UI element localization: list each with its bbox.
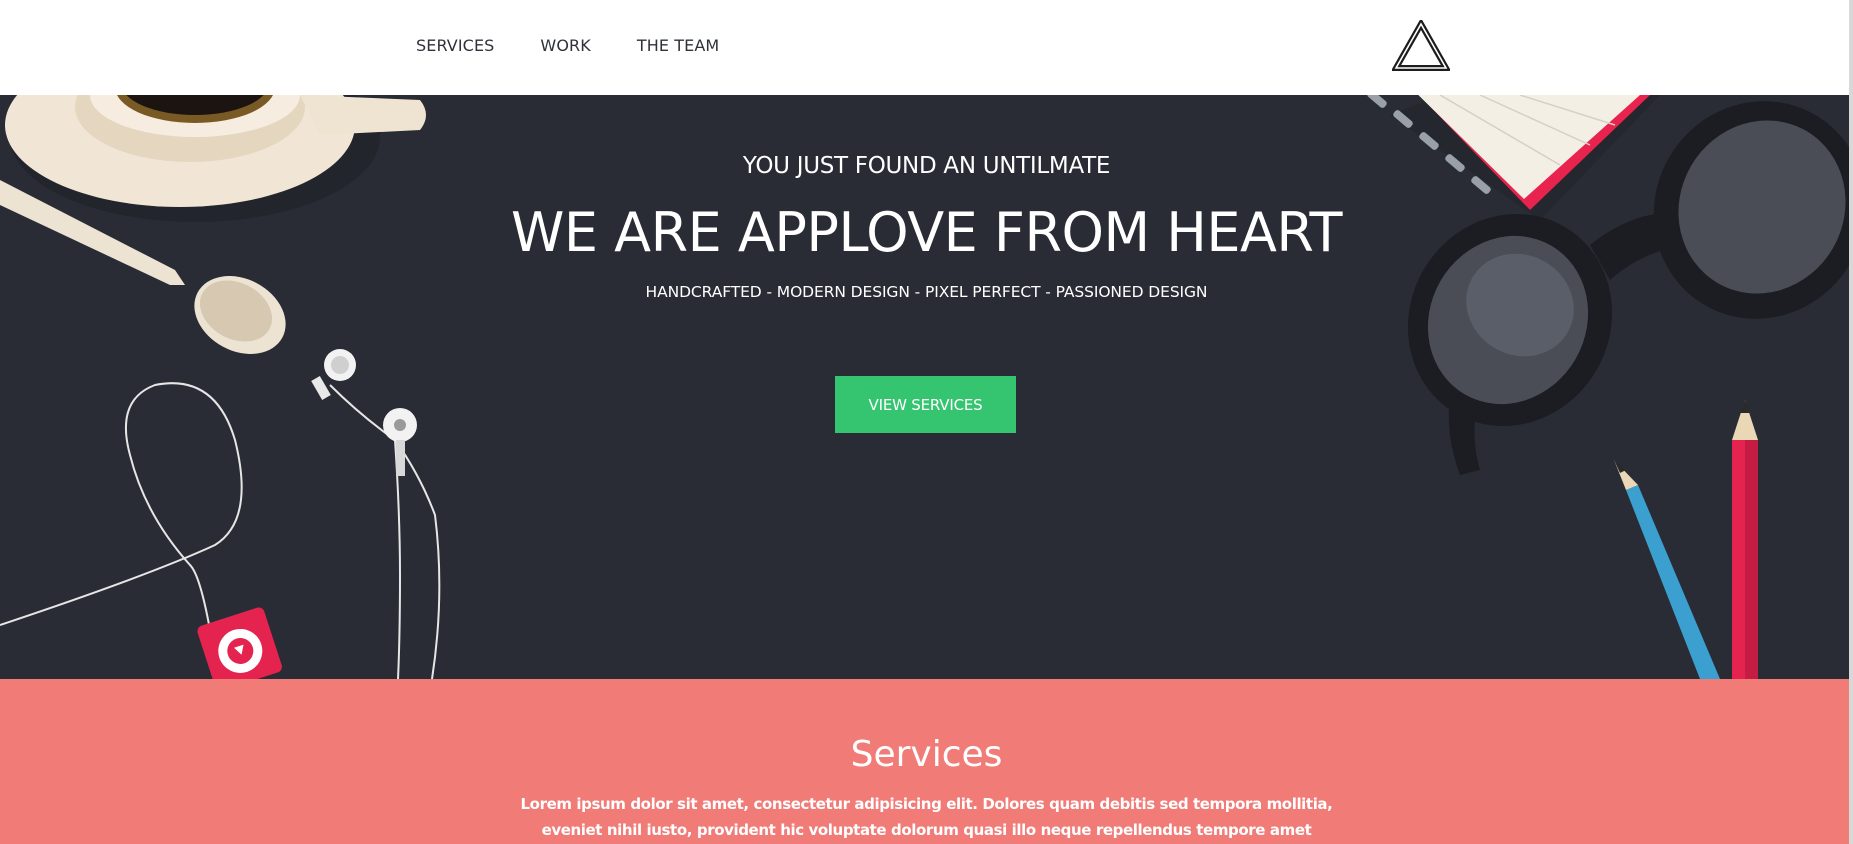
window-scrollbar[interactable] <box>1849 0 1853 844</box>
hero-title: WE ARE APPLOVE FROM HEART <box>510 201 1343 264</box>
hero-eyebrow: YOU JUST FOUND AN UNTILMATE <box>742 153 1111 179</box>
nav-link-the-team[interactable]: THE TEAM <box>637 36 719 55</box>
services-description: Lorem ipsum dolor sit amet, consectetur … <box>520 795 1333 839</box>
top-navbar: SERVICES WORK THE TEAM <box>0 0 1853 95</box>
triangle-logo-icon[interactable] <box>1390 17 1452 72</box>
services-title: Services <box>850 734 1003 775</box>
view-services-button[interactable]: VIEW SERVICES <box>835 376 1016 433</box>
hero-tagline: HANDCRAFTED - MODERN DESIGN - PIXEL PERF… <box>645 283 1208 301</box>
services-section: Services Lorem ipsum dolor sit amet, con… <box>0 679 1853 844</box>
nav-link-services[interactable]: SERVICES <box>416 36 494 55</box>
hero-section: YOU JUST FOUND AN UNTILMATE WE ARE APPLO… <box>0 95 1853 679</box>
nav-link-work[interactable]: WORK <box>540 36 590 55</box>
main-nav: SERVICES WORK THE TEAM <box>416 36 765 55</box>
hero-content: YOU JUST FOUND AN UNTILMATE WE ARE APPLO… <box>0 95 1853 679</box>
